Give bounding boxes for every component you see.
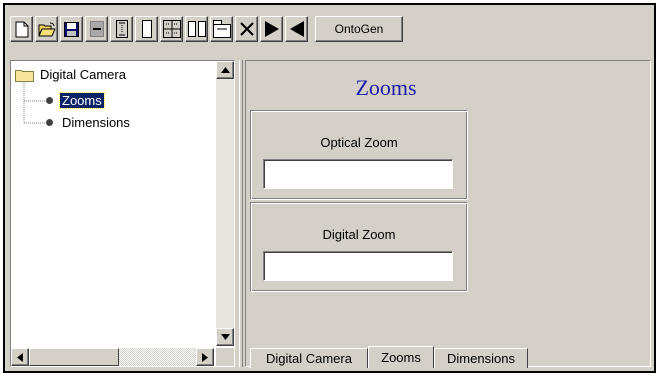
tree-horizontal-scrollbar[interactable] bbox=[11, 348, 214, 366]
application-window: OntoGen Digital Camera Zooms Dimensions bbox=[3, 3, 656, 373]
ontogen-button[interactable]: OntoGen bbox=[315, 16, 403, 42]
delete-icon bbox=[239, 22, 254, 36]
tree-item-zooms[interactable]: Zooms bbox=[45, 92, 105, 109]
scroll-corner bbox=[216, 348, 234, 366]
tree-root-label: Digital Camera bbox=[40, 67, 126, 82]
ontology-tree[interactable]: Digital Camera Zooms Dimensions bbox=[10, 60, 235, 367]
tree-item-label: Dimensions bbox=[62, 115, 130, 130]
open-folder-icon bbox=[37, 22, 56, 36]
two-column-icon bbox=[187, 21, 206, 37]
panel-splitter[interactable] bbox=[239, 60, 243, 367]
scroll-track[interactable] bbox=[216, 79, 234, 328]
bullet-icon bbox=[46, 97, 53, 104]
field-label: Digital Zoom bbox=[322, 227, 396, 242]
scroll-up-button[interactable] bbox=[216, 61, 234, 79]
play-forward-icon bbox=[264, 21, 279, 37]
save-disk-icon bbox=[64, 21, 79, 37]
tab-digital-camera[interactable]: Digital Camera bbox=[250, 348, 368, 368]
vertical-field-icon bbox=[115, 20, 128, 38]
play-back-icon bbox=[289, 21, 304, 37]
tree-root-item[interactable]: Digital Camera bbox=[15, 67, 128, 82]
tabbed-panel-button[interactable] bbox=[210, 16, 233, 42]
tab-zooms[interactable]: Zooms bbox=[368, 346, 434, 368]
form-title: Zooms bbox=[355, 75, 417, 100]
triangle-right-icon bbox=[202, 352, 208, 362]
digital-zoom-field[interactable] bbox=[263, 251, 453, 281]
triangle-up-icon bbox=[220, 67, 230, 73]
optical-zoom-group: Optical Zoom bbox=[250, 110, 468, 200]
grid-layout-icon bbox=[162, 20, 181, 38]
form-panel: Zooms Optical Zoom Digital Zoom Digital … bbox=[245, 60, 651, 368]
two-column-button[interactable] bbox=[185, 16, 208, 42]
scroll-left-button[interactable] bbox=[11, 348, 29, 366]
tabbed-panel-icon bbox=[212, 20, 231, 38]
new-document-icon bbox=[15, 21, 28, 37]
delete-button[interactable] bbox=[235, 16, 258, 42]
open-folder-button[interactable] bbox=[35, 16, 58, 42]
tree-vertical-scrollbar[interactable] bbox=[216, 61, 234, 346]
tree-item-label: Zooms bbox=[59, 92, 105, 109]
triangle-left-icon bbox=[17, 352, 23, 362]
scroll-thumb[interactable] bbox=[29, 348, 119, 366]
optical-zoom-field[interactable] bbox=[263, 159, 453, 189]
bullet-icon bbox=[46, 119, 53, 126]
scroll-down-button[interactable] bbox=[216, 328, 234, 346]
folder-icon bbox=[15, 69, 34, 82]
play-back-button[interactable] bbox=[285, 16, 308, 42]
save-button[interactable] bbox=[60, 16, 83, 42]
play-forward-button[interactable] bbox=[260, 16, 283, 42]
vertical-field-button[interactable] bbox=[110, 16, 133, 42]
triangle-down-icon bbox=[220, 334, 230, 340]
new-document-button[interactable] bbox=[10, 16, 33, 42]
digital-zoom-group: Digital Zoom bbox=[250, 202, 468, 292]
scroll-right-button[interactable] bbox=[196, 348, 214, 366]
horizontal-field-button[interactable] bbox=[85, 16, 108, 42]
single-panel-icon bbox=[141, 20, 152, 38]
tab-dimensions[interactable]: Dimensions bbox=[434, 348, 528, 368]
field-label: Optical Zoom bbox=[320, 135, 398, 150]
tree-item-dimensions[interactable]: Dimensions bbox=[45, 115, 132, 130]
toolbar: OntoGen bbox=[10, 10, 650, 48]
grid-layout-button[interactable] bbox=[160, 16, 183, 42]
horizontal-field-icon bbox=[89, 21, 104, 37]
single-panel-button[interactable] bbox=[135, 16, 158, 42]
